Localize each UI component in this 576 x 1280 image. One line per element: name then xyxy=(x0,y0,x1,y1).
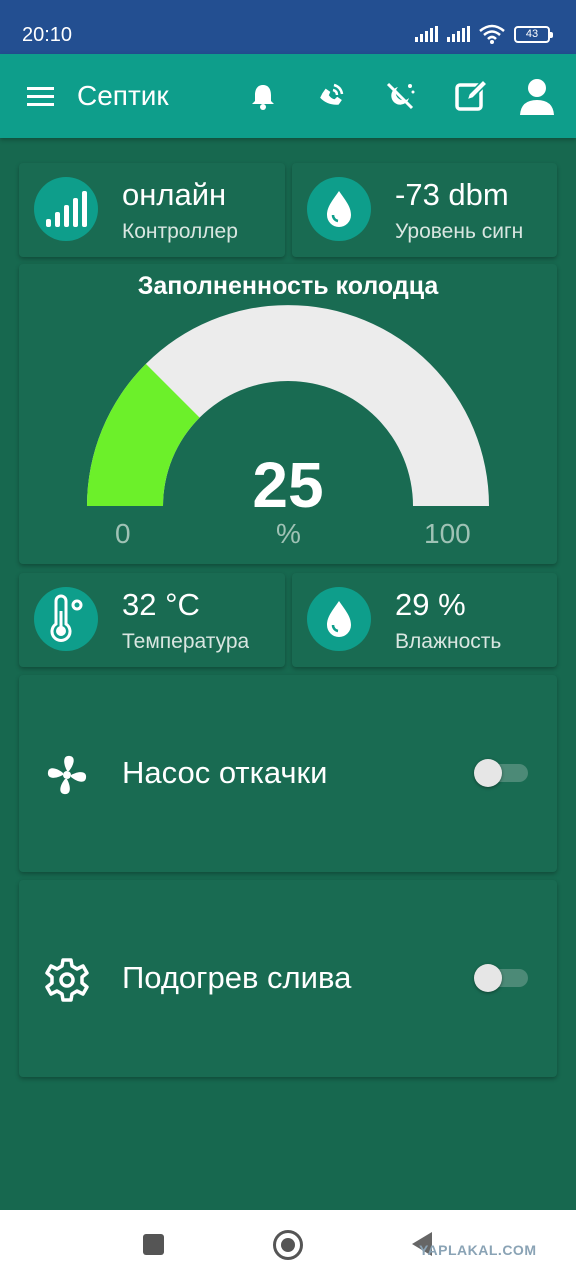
fill-gauge-card: Заполненность колодца 25 0 % 100 xyxy=(19,264,557,564)
edit-icon[interactable] xyxy=(451,76,491,116)
thermometer-icon xyxy=(34,587,98,651)
battery-icon: 43 xyxy=(514,25,553,43)
water-drop-icon xyxy=(307,177,371,241)
gauge-min-label: 0 xyxy=(115,518,131,549)
gauge-unit-label: % xyxy=(276,518,301,549)
status-time: 20:10 xyxy=(22,24,73,46)
weather-icon[interactable] xyxy=(380,76,420,116)
account-icon[interactable] xyxy=(517,76,557,116)
signal-card: -73 dbm Уровень сигн xyxy=(292,163,557,257)
humidity-card: 29 % Влажность xyxy=(292,573,557,667)
pump-switch[interactable] xyxy=(474,757,530,789)
controller-label: Контроллер xyxy=(122,220,238,243)
gauge-value: 25 xyxy=(252,449,324,521)
pump-label: Насос откачки xyxy=(122,755,328,790)
controller-value: онлайн xyxy=(122,177,227,212)
humidity-value: 29 % xyxy=(395,587,466,622)
bell-icon[interactable] xyxy=(243,76,283,116)
fan-icon xyxy=(47,755,87,795)
signal-bars-icon xyxy=(34,177,98,241)
status-bar: 20:10 43 xyxy=(0,0,576,54)
nav-bar: YAPLAKAL.COM xyxy=(0,1210,576,1280)
heating-card: Подогрев слива xyxy=(19,880,557,1077)
signal-label: Уровень сигн xyxy=(395,220,524,243)
signal-icon xyxy=(447,26,470,42)
gauge-max-label: 100 xyxy=(424,518,471,549)
app-bar: Септик xyxy=(0,54,576,138)
phone-icon[interactable] xyxy=(310,76,350,116)
gear-icon xyxy=(45,958,89,1002)
wifi-icon xyxy=(479,24,505,44)
humidity-label: Влажность xyxy=(395,630,502,653)
signal-value: -73 dbm xyxy=(395,177,509,212)
home-button[interactable] xyxy=(273,1230,303,1260)
heating-label: Подогрев слива xyxy=(122,960,352,995)
temperature-value: 32 °C xyxy=(122,587,200,622)
recents-button[interactable] xyxy=(143,1234,164,1255)
pump-card: Насос откачки xyxy=(19,675,557,872)
signal-icon xyxy=(415,26,438,42)
app-title: Септик xyxy=(77,80,169,111)
switch-thumb xyxy=(474,964,502,992)
status-icons: 43 xyxy=(415,24,553,44)
heating-switch[interactable] xyxy=(474,962,530,994)
water-drop-icon xyxy=(307,587,371,651)
watermark: YAPLAKAL.COM xyxy=(419,1242,537,1258)
menu-icon[interactable] xyxy=(24,80,58,112)
controller-card: онлайн Контроллер xyxy=(19,163,285,257)
switch-thumb xyxy=(474,759,502,787)
temperature-card: 32 °C Температура xyxy=(19,573,285,667)
temperature-label: Температура xyxy=(122,630,250,653)
